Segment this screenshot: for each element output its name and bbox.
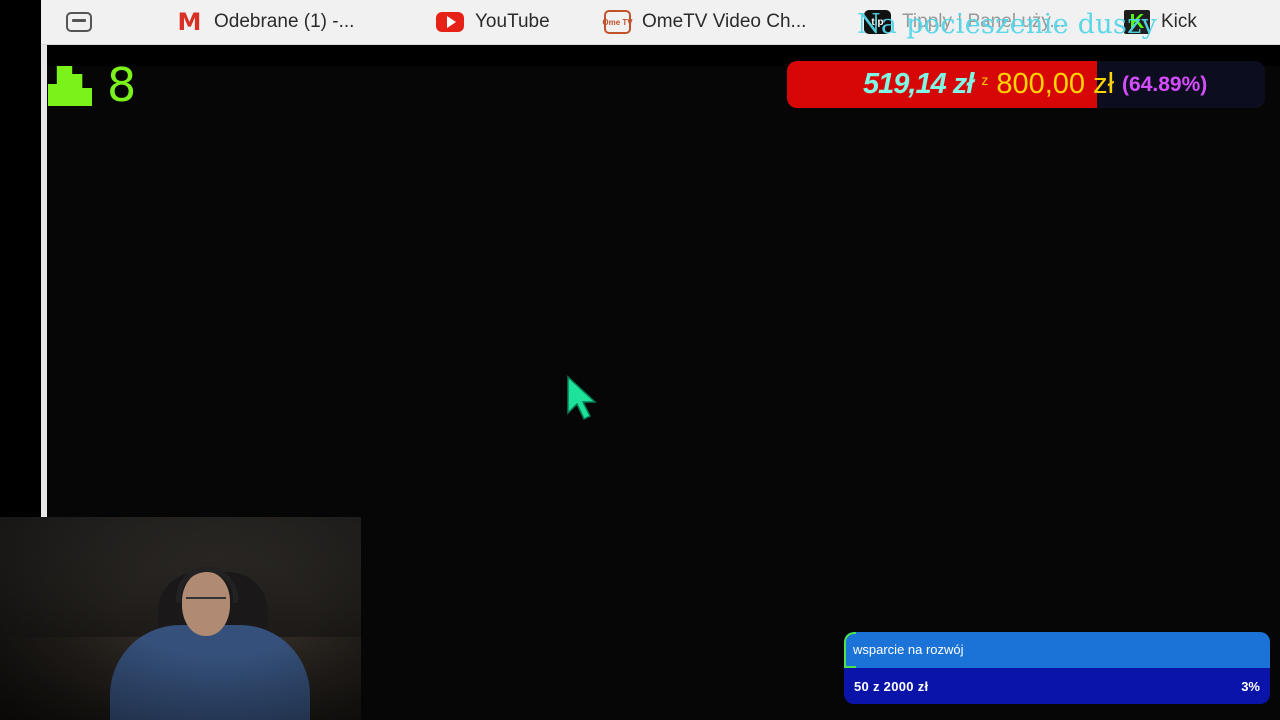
bookmark-label: YouTube — [475, 11, 550, 32]
support-goal-amount: 50 z 2000 zł — [854, 679, 929, 694]
bookmark-label: OmeTV Video Ch... — [642, 11, 807, 32]
bookmark-ometv[interactable]: Ome TV OmeTV Video Ch... — [602, 9, 807, 35]
tab-search-icon[interactable] — [66, 12, 92, 32]
goal-separator: z — [981, 71, 989, 88]
ometv-icon: Ome TV — [602, 10, 633, 34]
left-black-strip — [0, 0, 41, 520]
goal-target-amount: 800,00 zł — [996, 68, 1115, 100]
support-goal-percent: 3% — [1241, 679, 1260, 694]
bookmark-gmail[interactable]: M Odebrane (1) -... — [176, 8, 355, 36]
viewer-count: 8 — [107, 58, 137, 112]
youtube-icon — [436, 12, 464, 32]
donation-goal-text: 519,14 zł z 800,00 zł (64.89%) — [787, 61, 1265, 108]
support-goal-widget: wsparcie na rozwój 50 z 2000 zł 3% — [844, 632, 1270, 704]
goal-current-amount: 519,14 zł — [863, 68, 974, 100]
donation-goal-bar: 519,14 zł z 800,00 zł (64.89%) — [787, 61, 1265, 108]
mouse-cursor-icon — [567, 375, 597, 421]
bookmark-youtube[interactable]: YouTube — [436, 9, 550, 35]
bookmark-label: Kick — [1161, 11, 1197, 32]
bookmark-label: Odebrane (1) -... — [214, 11, 355, 32]
webcam-vignette — [0, 517, 361, 720]
support-goal-title: wsparcie na rozwój — [853, 642, 964, 657]
stream-overlay-title: Na pocieszenie duszy — [857, 9, 1158, 40]
webcam-feed — [0, 517, 361, 720]
gmail-icon: M — [177, 8, 202, 36]
goal-percent: (64.89%) — [1122, 72, 1208, 96]
